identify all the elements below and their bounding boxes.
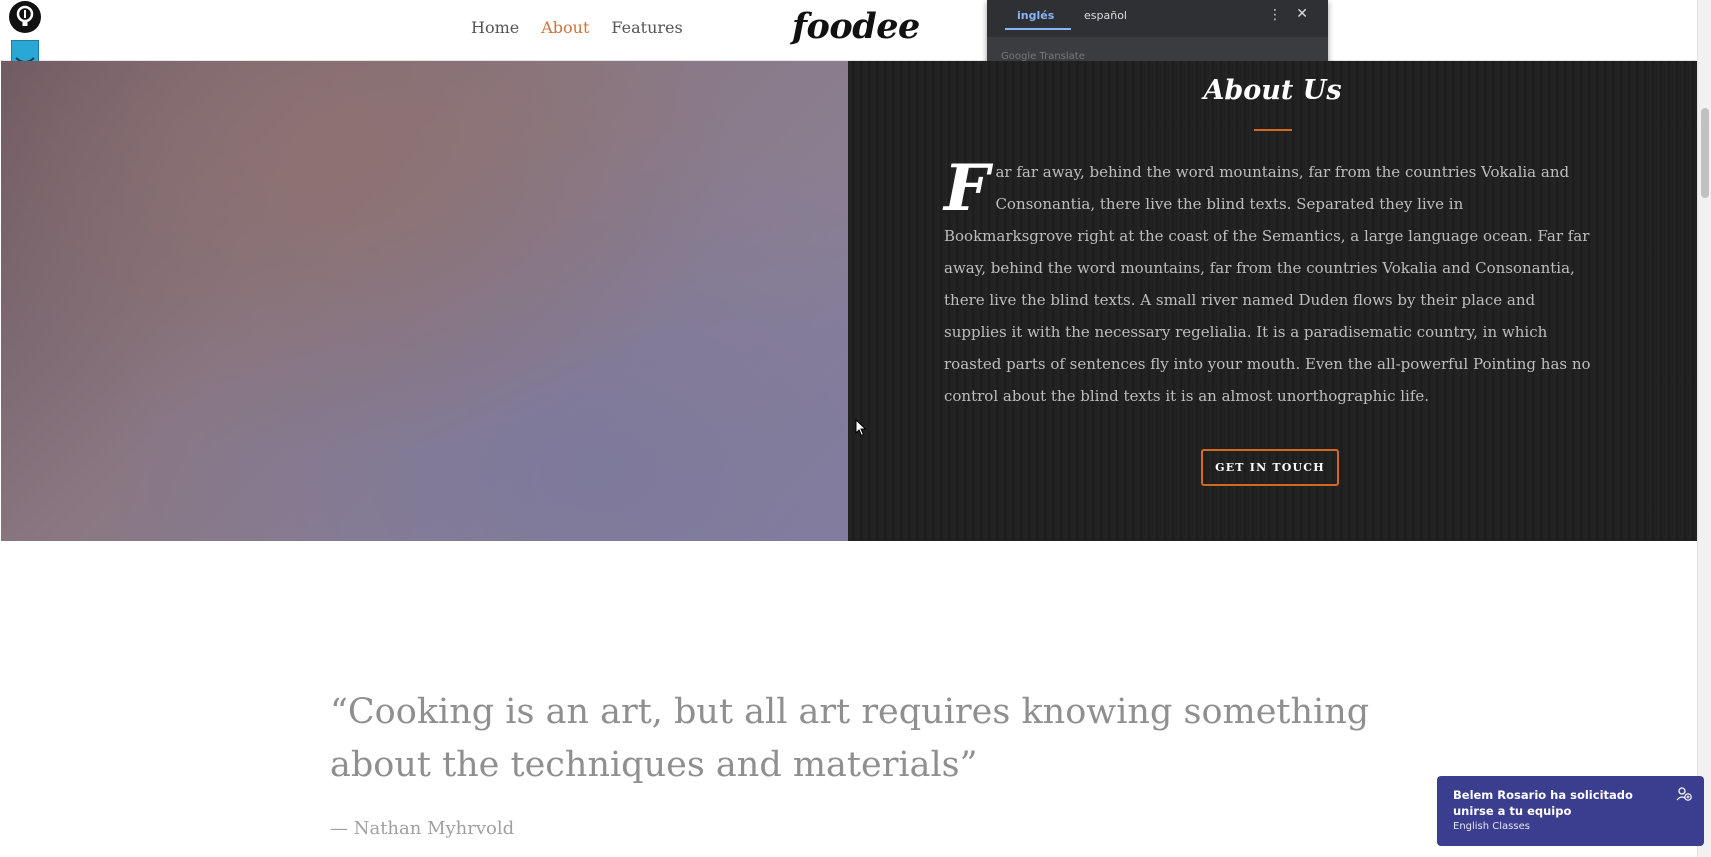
site-header: Home About Features foodee <box>0 0 1697 67</box>
about-body-text: ar far away, behind the word mountains, … <box>944 163 1591 405</box>
translate-tab-english[interactable]: inglés <box>1004 9 1072 30</box>
nav-features-link[interactable]: Features <box>611 18 682 37</box>
translate-popup-toolbar: inglés español ⋮ ✕ <box>987 0 1328 37</box>
about-title: About Us <box>1203 75 1342 106</box>
about-paragraph: Far far away, behind the word mountains,… <box>944 156 1596 412</box>
hero-image <box>1 61 848 541</box>
get-in-touch-button[interactable]: GET IN TOUCH <box>1201 449 1339 486</box>
toast-message: Belem Rosario ha solicitado unirse a tu … <box>1453 788 1633 818</box>
main-nav: Home About Features <box>471 18 683 37</box>
brand-logo[interactable]: foodee <box>792 6 920 47</box>
page-scrollbar[interactable] <box>1697 0 1711 857</box>
dropcap: F <box>944 151 990 226</box>
title-divider <box>1254 129 1292 131</box>
bulb-extension-icon[interactable] <box>9 1 41 33</box>
translate-tab-spanish[interactable]: español <box>1084 9 1127 22</box>
nav-home-link[interactable]: Home <box>471 18 519 37</box>
toast-subtitle: English Classes <box>1453 821 1530 832</box>
nav-about-link[interactable]: About <box>541 18 589 37</box>
mouse-cursor-icon <box>855 418 867 441</box>
notification-toast[interactable]: Belem Rosario ha solicitado unirse a tu … <box>1437 776 1704 846</box>
person-add-icon[interactable] <box>1676 786 1692 806</box>
quote-text: “Cooking is an art, but all art requires… <box>330 692 1370 785</box>
scrollbar-thumb[interactable] <box>1701 108 1709 198</box>
more-vert-icon[interactable]: ⋮ <box>1268 7 1282 23</box>
about-section: About Us Far far away, behind the word m… <box>848 61 1697 541</box>
quote-author: — Nathan Myhrvold <box>330 818 515 839</box>
close-icon[interactable]: ✕ <box>1296 6 1308 22</box>
